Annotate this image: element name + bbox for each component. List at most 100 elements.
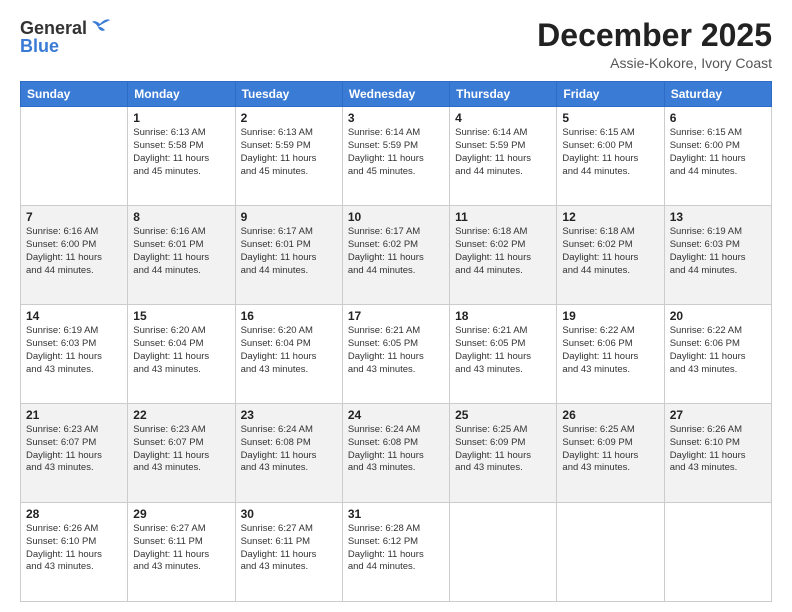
day-info: Sunrise: 6:27 AM Sunset: 6:11 PM Dayligh… — [133, 523, 229, 574]
day-info: Sunrise: 6:21 AM Sunset: 6:05 PM Dayligh… — [348, 325, 444, 376]
calendar-cell: 2 Sunrise: 6:13 AM Sunset: 5:59 PM Daylig… — [235, 107, 342, 206]
calendar-cell: 25 Sunrise: 6:25 AM Sunset: 6:09 PM Dayli… — [450, 404, 557, 503]
day-number: 29 — [133, 507, 229, 521]
calendar-week-row: 28 Sunrise: 6:26 AM Sunset: 6:10 PM Dayli… — [21, 503, 772, 602]
day-info: Sunrise: 6:17 AM Sunset: 6:02 PM Dayligh… — [348, 226, 444, 277]
calendar-week-row: 7 Sunrise: 6:16 AM Sunset: 6:00 PM Daylig… — [21, 206, 772, 305]
day-info: Sunrise: 6:13 AM Sunset: 5:58 PM Dayligh… — [133, 127, 229, 178]
day-info: Sunrise: 6:23 AM Sunset: 6:07 PM Dayligh… — [133, 424, 229, 475]
calendar-cell — [450, 503, 557, 602]
calendar-cell: 26 Sunrise: 6:25 AM Sunset: 6:09 PM Dayli… — [557, 404, 664, 503]
calendar-cell: 11 Sunrise: 6:18 AM Sunset: 6:02 PM Dayli… — [450, 206, 557, 305]
day-number: 2 — [241, 111, 337, 125]
day-info: Sunrise: 6:25 AM Sunset: 6:09 PM Dayligh… — [562, 424, 658, 475]
day-info: Sunrise: 6:19 AM Sunset: 6:03 PM Dayligh… — [26, 325, 122, 376]
calendar-cell: 31Sunrise: 6:28 AM Sunset: 6:12 PM Dayli… — [342, 503, 449, 602]
calendar-cell: 23 Sunrise: 6:24 AM Sunset: 6:08 PM Dayli… — [235, 404, 342, 503]
day-info: Sunrise: 6:26 AM Sunset: 6:10 PM Dayligh… — [670, 424, 766, 475]
day-number: 16 — [241, 309, 337, 323]
calendar-cell: 9Sunrise: 6:17 AM Sunset: 6:01 PM Daylig… — [235, 206, 342, 305]
calendar-cell: 24Sunrise: 6:24 AM Sunset: 6:08 PM Dayli… — [342, 404, 449, 503]
day-number: 6 — [670, 111, 766, 125]
day-number: 23 — [241, 408, 337, 422]
calendar-cell — [21, 107, 128, 206]
day-info: Sunrise: 6:23 AM Sunset: 6:07 PM Dayligh… — [26, 424, 122, 475]
calendar-cell: 29 Sunrise: 6:27 AM Sunset: 6:11 PM Dayli… — [128, 503, 235, 602]
calendar-week-row: 14Sunrise: 6:19 AM Sunset: 6:03 PM Dayli… — [21, 305, 772, 404]
day-info: Sunrise: 6:14 AM Sunset: 5:59 PM Dayligh… — [348, 127, 444, 178]
day-info: Sunrise: 6:22 AM Sunset: 6:06 PM Dayligh… — [670, 325, 766, 376]
day-number: 28 — [26, 507, 122, 521]
calendar-cell — [557, 503, 664, 602]
day-info: Sunrise: 6:26 AM Sunset: 6:10 PM Dayligh… — [26, 523, 122, 574]
day-info: Sunrise: 6:15 AM Sunset: 6:00 PM Dayligh… — [670, 127, 766, 178]
day-info: Sunrise: 6:13 AM Sunset: 5:59 PM Dayligh… — [241, 127, 337, 178]
calendar-cell: 17 Sunrise: 6:21 AM Sunset: 6:05 PM Dayli… — [342, 305, 449, 404]
location-title: Assie-Kokore, Ivory Coast — [537, 55, 772, 71]
day-number: 15 — [133, 309, 229, 323]
calendar-cell: 12 Sunrise: 6:18 AM Sunset: 6:02 PM Dayli… — [557, 206, 664, 305]
day-info: Sunrise: 6:24 AM Sunset: 6:08 PM Dayligh… — [241, 424, 337, 475]
day-info: Sunrise: 6:15 AM Sunset: 6:00 PM Dayligh… — [562, 127, 658, 178]
day-info: Sunrise: 6:19 AM Sunset: 6:03 PM Dayligh… — [670, 226, 766, 277]
title-section: December 2025 Assie-Kokore, Ivory Coast — [537, 18, 772, 71]
day-number: 21 — [26, 408, 122, 422]
day-number: 5 — [562, 111, 658, 125]
calendar-cell — [664, 503, 771, 602]
calendar-cell: 22 Sunrise: 6:23 AM Sunset: 6:07 PM Dayli… — [128, 404, 235, 503]
calendar-cell: 13 Sunrise: 6:19 AM Sunset: 6:03 PM Dayli… — [664, 206, 771, 305]
logo: General Blue — [20, 18, 114, 57]
calendar-cell: 4Sunrise: 6:14 AM Sunset: 5:59 PM Daylig… — [450, 107, 557, 206]
calendar-cell: 30 Sunrise: 6:27 AM Sunset: 6:11 PM Dayli… — [235, 503, 342, 602]
calendar-cell: 6 Sunrise: 6:15 AM Sunset: 6:00 PM Daylig… — [664, 107, 771, 206]
day-number: 22 — [133, 408, 229, 422]
day-number: 10 — [348, 210, 444, 224]
calendar-cell: 19 Sunrise: 6:22 AM Sunset: 6:06 PM Dayli… — [557, 305, 664, 404]
calendar-week-row: 1 Sunrise: 6:13 AM Sunset: 5:58 PM Daylig… — [21, 107, 772, 206]
logo-bird-icon — [90, 18, 114, 38]
day-info: Sunrise: 6:25 AM Sunset: 6:09 PM Dayligh… — [455, 424, 551, 475]
day-number: 27 — [670, 408, 766, 422]
day-number: 17 — [348, 309, 444, 323]
day-number: 9 — [241, 210, 337, 224]
calendar-cell: 18 Sunrise: 6:21 AM Sunset: 6:05 PM Dayli… — [450, 305, 557, 404]
calendar-header-row: SundayMondayTuesdayWednesdayThursdayFrid… — [21, 82, 772, 107]
calendar-cell: 27 Sunrise: 6:26 AM Sunset: 6:10 PM Dayli… — [664, 404, 771, 503]
day-info: Sunrise: 6:18 AM Sunset: 6:02 PM Dayligh… — [455, 226, 551, 277]
day-number: 12 — [562, 210, 658, 224]
calendar-day-header: Saturday — [664, 82, 771, 107]
calendar-cell: 16Sunrise: 6:20 AM Sunset: 6:04 PM Dayli… — [235, 305, 342, 404]
day-info: Sunrise: 6:20 AM Sunset: 6:04 PM Dayligh… — [133, 325, 229, 376]
day-number: 25 — [455, 408, 551, 422]
day-info: Sunrise: 6:16 AM Sunset: 6:01 PM Dayligh… — [133, 226, 229, 277]
calendar-cell: 8Sunrise: 6:16 AM Sunset: 6:01 PM Daylig… — [128, 206, 235, 305]
day-number: 7 — [26, 210, 122, 224]
calendar-day-header: Thursday — [450, 82, 557, 107]
day-number: 30 — [241, 507, 337, 521]
page: General Blue December 2025 Assie-Kokore,… — [0, 0, 792, 612]
day-info: Sunrise: 6:27 AM Sunset: 6:11 PM Dayligh… — [241, 523, 337, 574]
calendar-day-header: Sunday — [21, 82, 128, 107]
calendar-cell: 3 Sunrise: 6:14 AM Sunset: 5:59 PM Daylig… — [342, 107, 449, 206]
day-info: Sunrise: 6:18 AM Sunset: 6:02 PM Dayligh… — [562, 226, 658, 277]
calendar-cell: 15 Sunrise: 6:20 AM Sunset: 6:04 PM Dayli… — [128, 305, 235, 404]
day-number: 3 — [348, 111, 444, 125]
calendar-day-header: Monday — [128, 82, 235, 107]
day-number: 20 — [670, 309, 766, 323]
calendar-cell: 28 Sunrise: 6:26 AM Sunset: 6:10 PM Dayli… — [21, 503, 128, 602]
day-info: Sunrise: 6:21 AM Sunset: 6:05 PM Dayligh… — [455, 325, 551, 376]
day-number: 1 — [133, 111, 229, 125]
day-number: 13 — [670, 210, 766, 224]
calendar-cell: 7 Sunrise: 6:16 AM Sunset: 6:00 PM Daylig… — [21, 206, 128, 305]
day-number: 11 — [455, 210, 551, 224]
calendar-cell: 10 Sunrise: 6:17 AM Sunset: 6:02 PM Dayli… — [342, 206, 449, 305]
day-number: 19 — [562, 309, 658, 323]
day-number: 18 — [455, 309, 551, 323]
calendar-cell: 21 Sunrise: 6:23 AM Sunset: 6:07 PM Dayli… — [21, 404, 128, 503]
day-info: Sunrise: 6:22 AM Sunset: 6:06 PM Dayligh… — [562, 325, 658, 376]
logo-blue-text: Blue — [20, 36, 114, 57]
day-info: Sunrise: 6:16 AM Sunset: 6:00 PM Dayligh… — [26, 226, 122, 277]
calendar-day-header: Wednesday — [342, 82, 449, 107]
day-number: 26 — [562, 408, 658, 422]
calendar-cell: 14Sunrise: 6:19 AM Sunset: 6:03 PM Dayli… — [21, 305, 128, 404]
